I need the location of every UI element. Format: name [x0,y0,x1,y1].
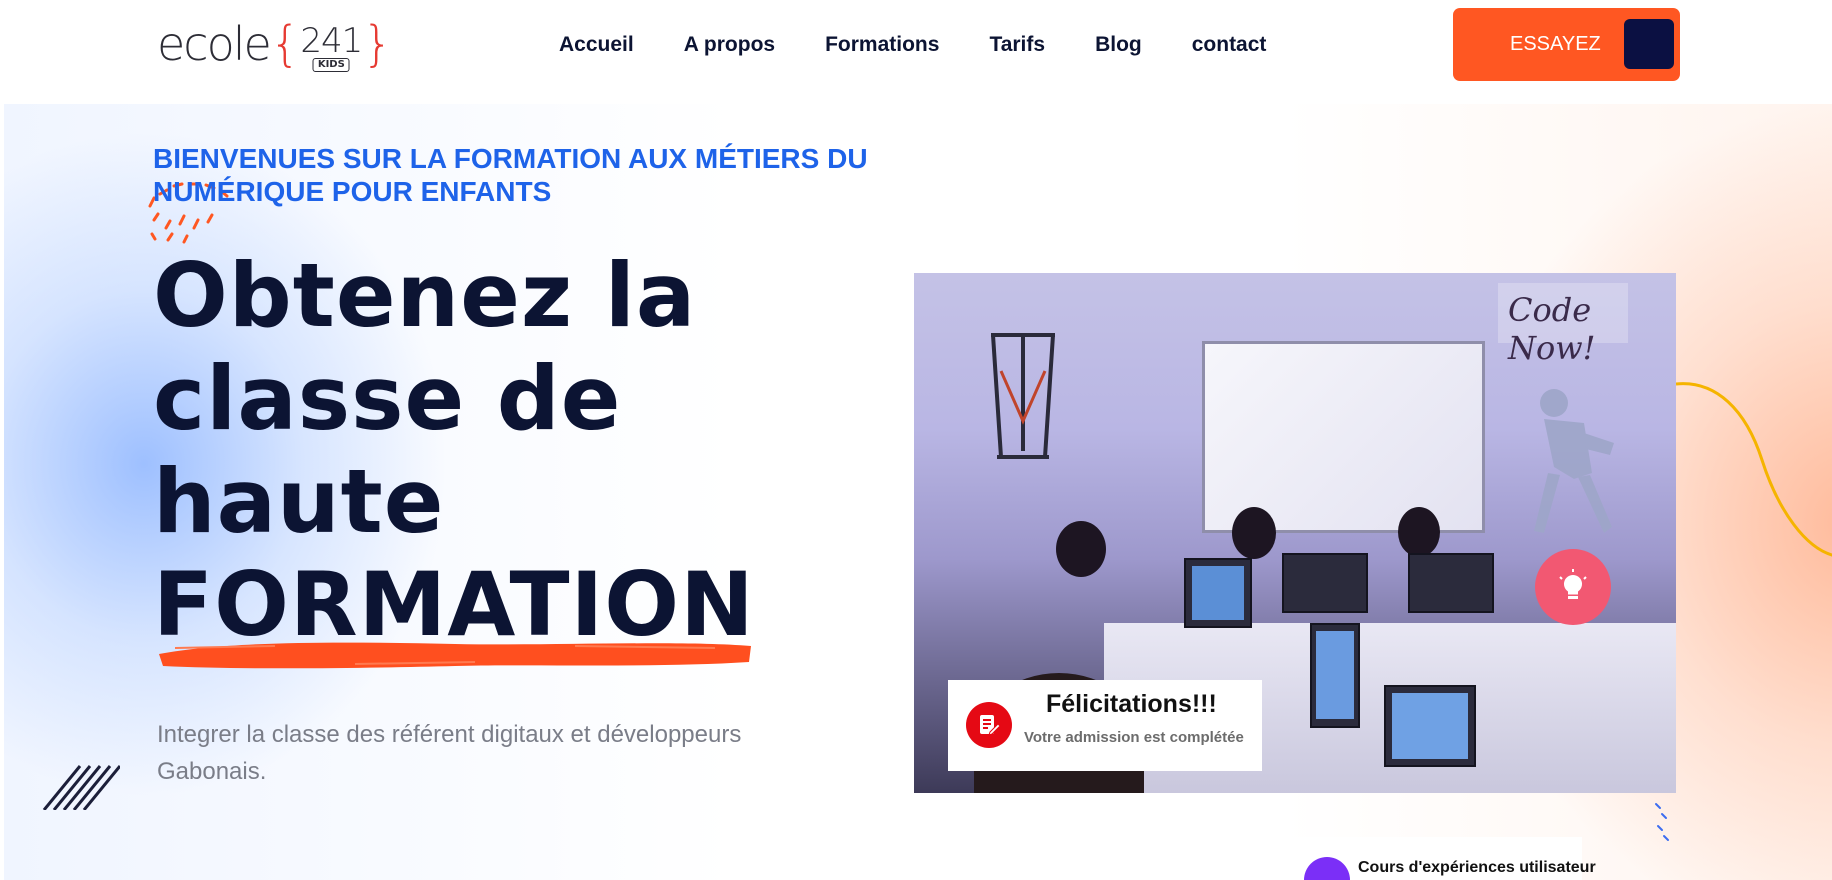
logo-brace-close: } [362,16,393,72]
lightbulb-badge [1535,549,1611,625]
logo-word: ecole [157,17,272,71]
nav-link-formations[interactable]: Formations [825,30,939,60]
laptop [1384,685,1476,767]
site-logo[interactable]: ecole { 241 KIDS } [157,16,393,72]
essayez-button[interactable]: ESSAYEZ [1453,8,1680,81]
code-now-sign-text: Code Now! [1508,291,1596,367]
laptop [1310,623,1360,728]
laptop [1408,553,1494,613]
code-now-sign: Code Now! [1498,283,1628,367]
student-head [1398,507,1440,557]
nav-link-contact[interactable]: contact [1192,30,1267,60]
course-card: Cours d'expériences utilisateur [1286,837,1596,880]
logo-number: 241 KIDS [300,21,363,72]
yellow-curve-decoration [1676,382,1832,557]
robot-figure [1534,389,1614,533]
logo-number-text: 241 [300,21,363,61]
main-nav: Accueil A propos Formations Tarifs Blog … [559,30,1316,60]
laptop [1282,553,1368,613]
essayez-button-label: ESSAYEZ [1510,33,1601,55]
hero-description: Integrer la classe des référent digitaux… [157,721,742,785]
essayez-button-square [1624,19,1674,69]
course-card-title: Cours d'expériences utilisateur [1358,859,1596,876]
nav-link-blog[interactable]: Blog [1095,30,1142,60]
3d-printer-image [991,333,1055,459]
admission-card-title: Félicitations!!! [1046,690,1217,718]
headline-line-1: Obtenez la [153,244,697,347]
dotted-decoration [1655,803,1669,841]
logo-kids-badge: KIDS [312,58,350,72]
nav-link-accueil[interactable]: Accueil [559,30,634,60]
whiteboard [1202,341,1485,533]
lightbulb-icon [1559,569,1587,599]
headline-line-2: classe de [153,347,622,450]
site-header: ecole { 241 KIDS } Accueil A propos Form… [0,0,1832,104]
document-edit-icon [966,702,1012,748]
admission-card-subtitle: Votre admission est complétée [1024,729,1244,746]
nav-link-a-propos[interactable]: A propos [684,30,775,60]
nav-link-tarifs[interactable]: Tarifs [989,30,1045,60]
hero-headline: Obtenez la classe de haute FORMATION [153,244,755,656]
admission-card: Félicitations!!! Votre admission est com… [948,680,1262,771]
stripes-decoration [42,765,120,810]
headline-line-3: haute [153,450,445,553]
student-head [1056,521,1106,577]
logo-brace-open: { [269,16,301,72]
laptop [1184,558,1252,628]
brush-underline [159,642,751,669]
hero-tagline: BIENVENUES SUR LA FORMATION AUX MÉTIERS … [153,143,868,207]
student-head [1232,507,1276,559]
user-icon [1304,857,1350,880]
